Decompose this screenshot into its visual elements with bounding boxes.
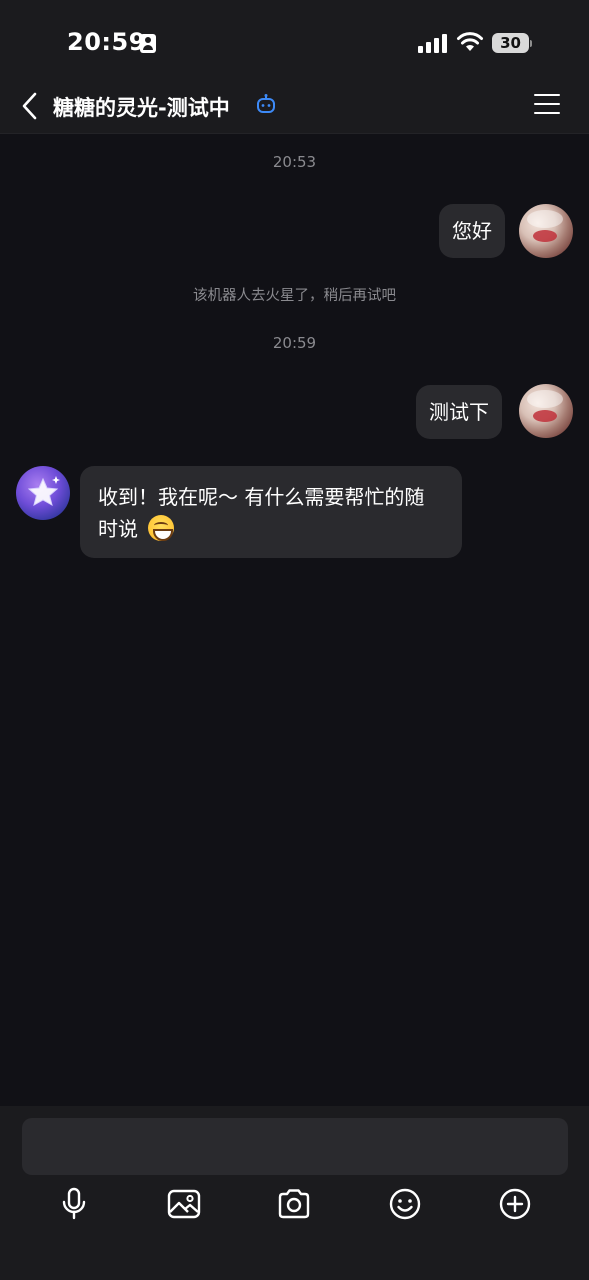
microphone-icon[interactable] bbox=[56, 1186, 92, 1222]
chat-header: 糖糖的灵光-测试中 bbox=[0, 80, 589, 134]
wifi-icon bbox=[457, 32, 483, 51]
message-timestamp: 20:53 bbox=[272, 153, 317, 171]
chat-title: 糖糖的灵光-测试中 bbox=[53, 96, 230, 120]
message-timestamp: 20:59 bbox=[272, 334, 317, 352]
image-icon[interactable] bbox=[166, 1186, 202, 1222]
chevron-left-icon[interactable] bbox=[16, 90, 46, 122]
incoming-message-bubble[interactable]: 收到！我在呢～ 有什么需要帮忙的随 时说 bbox=[80, 466, 462, 558]
plus-icon[interactable] bbox=[497, 1186, 533, 1222]
battery-level: 30 bbox=[492, 33, 529, 53]
hamburger-menu-icon[interactable] bbox=[534, 94, 560, 116]
status-bar: 20:59 30 bbox=[0, 0, 589, 80]
camera-icon[interactable] bbox=[276, 1186, 312, 1222]
user-avatar[interactable] bbox=[519, 204, 573, 258]
incoming-message-line: 收到！我在呢～ 有什么需要帮忙的随 bbox=[98, 485, 425, 509]
status-time: 20:59 bbox=[67, 28, 146, 56]
input-bar bbox=[0, 1106, 589, 1280]
emoji-icon[interactable] bbox=[387, 1186, 423, 1222]
cellular-signal-icon bbox=[418, 33, 448, 53]
battery-icon: 30 bbox=[492, 33, 532, 53]
bot-avatar[interactable] bbox=[16, 466, 70, 520]
outgoing-message-bubble[interactable]: 测试下 bbox=[416, 385, 502, 439]
user-avatar[interactable] bbox=[519, 384, 573, 438]
incoming-message-line: 时说 bbox=[98, 517, 138, 541]
contact-card-icon bbox=[140, 34, 156, 53]
grinning-face-emoji-icon bbox=[148, 515, 175, 541]
message-input[interactable] bbox=[22, 1118, 568, 1175]
system-message: 该机器人去火星了，稍后再试吧 bbox=[193, 288, 396, 304]
sparkle-star-icon bbox=[27, 476, 60, 507]
outgoing-message-bubble[interactable]: 您好 bbox=[439, 204, 505, 258]
robot-icon bbox=[257, 94, 275, 113]
